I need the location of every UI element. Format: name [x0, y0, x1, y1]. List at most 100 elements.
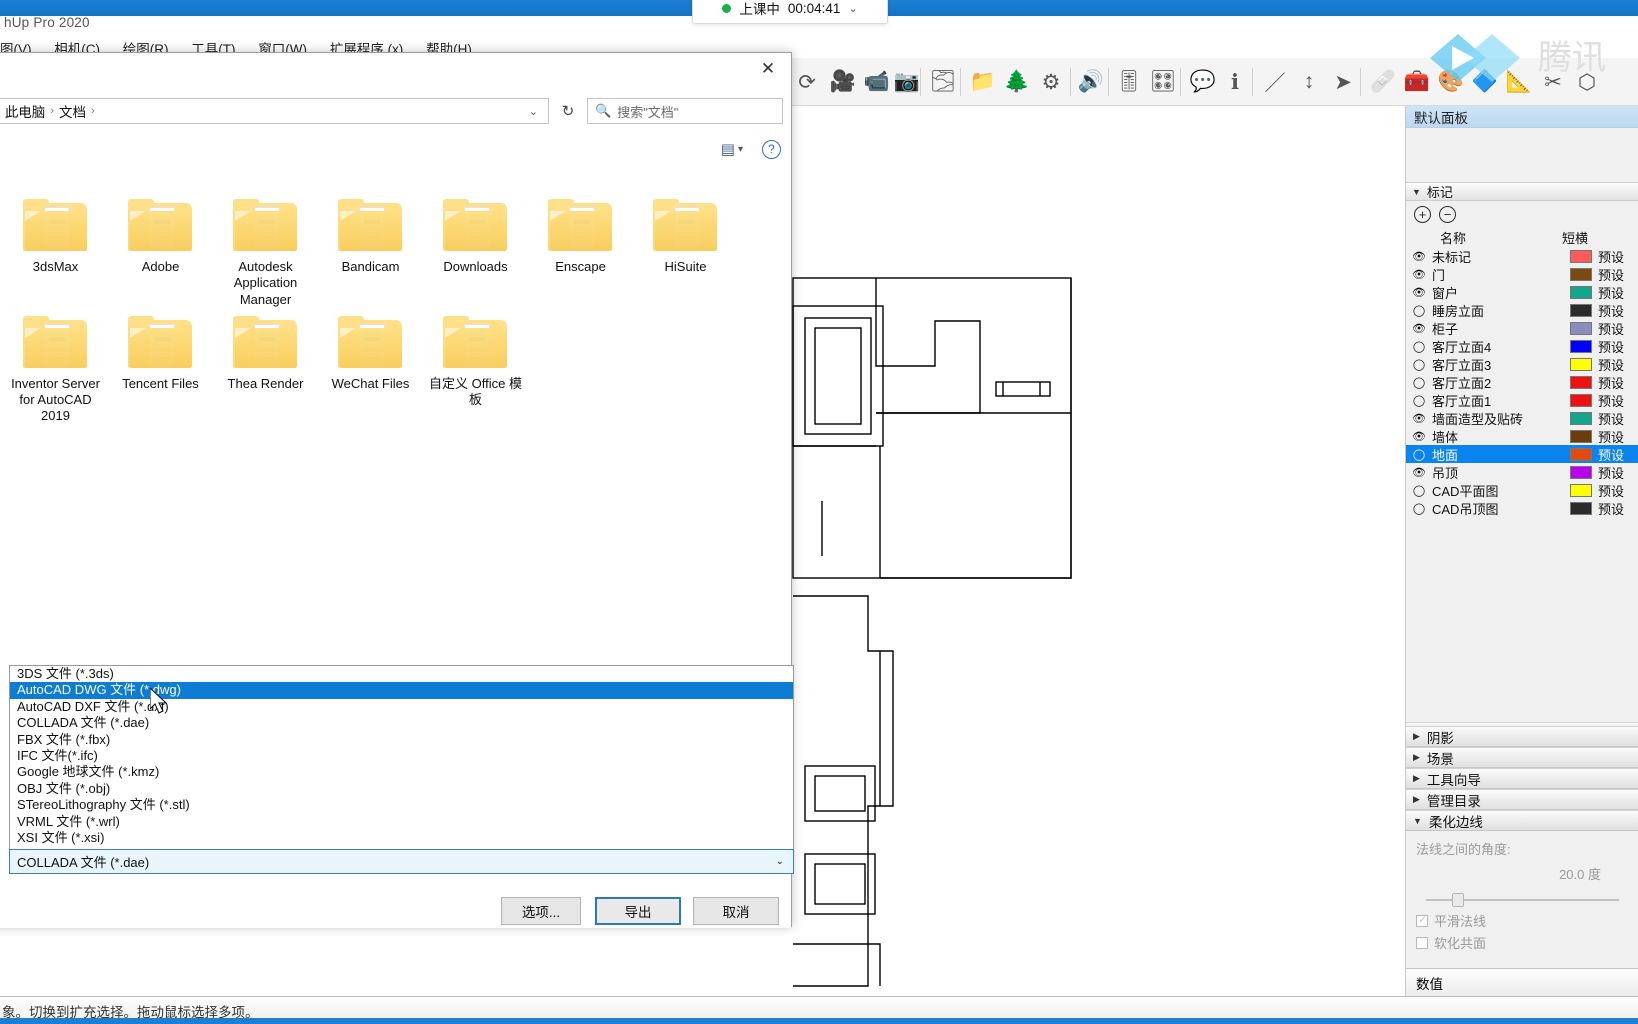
star-camera-icon[interactable]: 📹	[860, 64, 894, 100]
tag-color-swatch[interactable]	[1570, 411, 1592, 425]
eye-hidden-icon[interactable]: ◯	[1406, 376, 1432, 389]
measurements-box[interactable]: 数值	[1406, 968, 1638, 996]
filetype-option[interactable]: Google 地球文件 (*.kmz)	[10, 764, 793, 780]
photo-icon[interactable]: 📷	[890, 64, 924, 100]
export-dialog[interactable]: ✕ ‹ › ↑ 🗂 › 此电脑 › 文档 › ⌄ ↻ 🔍 搜索"文档" 文件夹 …	[0, 52, 794, 928]
tag-toolbar[interactable]: + −	[1406, 201, 1638, 227]
tag-dash[interactable]: 预设	[1598, 391, 1638, 410]
filetype-option[interactable]: 3DS 文件 (*.3ds)	[10, 666, 793, 682]
tag-color-swatch[interactable]	[1570, 447, 1592, 461]
tag-color-swatch[interactable]	[1570, 393, 1592, 407]
eye-hidden-icon[interactable]: ◯	[1406, 502, 1432, 515]
filetype-option[interactable]: STereoLithography 文件 (*.stl)	[10, 797, 793, 813]
eye-hidden-icon[interactable]: ◯	[1406, 484, 1432, 497]
tag-dash[interactable]: 预设	[1598, 283, 1638, 302]
file-grid-item[interactable]: HiSuite	[633, 191, 738, 308]
eye-visible-icon[interactable]: 👁	[1406, 412, 1432, 425]
filetype-option[interactable]: OBJ 文件 (*.obj)	[10, 781, 793, 797]
chevron-down-icon[interactable]: ⌄	[848, 2, 857, 15]
tag-row[interactable]: ◯ 客厅立面3 预设	[1406, 355, 1638, 373]
tag-dash[interactable]: 预设	[1598, 247, 1638, 266]
tag-list[interactable]: 👁 未标记 预设 👁 门预设 👁 窗户 预设 ◯ 睡房立面 预设 👁 柜子 预设 ◯ 客厅立面4 预设 ◯ 客厅立面…	[1406, 247, 1638, 517]
filetype-option[interactable]: XSI 文件 (*.xsi)	[10, 830, 793, 846]
tag-dash[interactable]: 预设	[1598, 409, 1638, 428]
close-icon[interactable]: ✕	[745, 53, 791, 85]
tag-color-swatch[interactable]	[1570, 375, 1592, 389]
tag-row[interactable]: ◯ 客厅立面4 预设	[1406, 337, 1638, 355]
remove-tag-button[interactable]: −	[1439, 205, 1456, 223]
tag-row[interactable]: 👁 墙体 预设	[1406, 427, 1638, 445]
tag-color-swatch[interactable]	[1570, 339, 1592, 353]
tag-row[interactable]: ◯ CAD吊顶图 预设	[1406, 499, 1638, 517]
add-tag-button[interactable]: +	[1414, 205, 1431, 223]
panel-header-shadows[interactable]: ▶ 阴影	[1406, 726, 1638, 747]
refresh-icon[interactable]: ↻	[555, 99, 581, 123]
filetype-option[interactable]: COLLADA 文件 (*.dae)	[10, 715, 793, 731]
info-icon[interactable]: ℹ	[1218, 64, 1252, 100]
arrow-3d-icon[interactable]: 🔷	[1468, 64, 1502, 100]
panel-header-tags[interactable]: ▼ 标记	[1406, 182, 1638, 201]
filetype-option[interactable]: IFC 文件(*.ifc)	[10, 748, 793, 764]
eye-hidden-icon[interactable]: ◯	[1406, 394, 1432, 407]
file-grid-item[interactable]: WeChat Files	[318, 308, 423, 425]
breadcrumb[interactable]: 🗂 › 此电脑 › 文档 › ⌄	[0, 98, 549, 124]
tag-row[interactable]: 👁 门 预设	[1406, 265, 1638, 283]
slider-handle[interactable]	[1452, 893, 1464, 907]
tag-row[interactable]: ◯ 客厅立面1 预设	[1406, 391, 1638, 409]
comment-icon[interactable]: 💬	[1186, 64, 1220, 100]
breadcrumb-this-pc[interactable]: 此电脑	[5, 101, 46, 121]
eye-visible-icon[interactable]: 👁	[1406, 430, 1432, 443]
filetype-option[interactable]: AutoCAD DXF 文件 (*.dxf)	[10, 699, 793, 715]
file-grid-item[interactable]: 自定义 Office 模板	[423, 308, 528, 425]
box-icon[interactable]: 🧰	[1400, 64, 1434, 100]
filetype-option[interactable]: AutoCAD DWG 文件 (*.dwg)	[10, 682, 793, 699]
video-camera-icon[interactable]: 🎥	[826, 64, 860, 100]
tag-dash[interactable]: 预设	[1598, 337, 1638, 356]
settings-sliders-icon[interactable]: 🎚	[1112, 64, 1146, 100]
smooth-normals-checkbox[interactable]	[1416, 913, 1428, 927]
profile-line-icon[interactable]: ／	[1258, 64, 1292, 100]
search-box[interactable]: 🔍 搜索"文档"	[587, 98, 783, 124]
panel-header-outliner[interactable]: ▶ 管理目录	[1406, 789, 1638, 810]
filetype-option[interactable]: FBX 文件 (*.fbx)	[10, 732, 793, 748]
dimension-icon[interactable]: ↕	[1292, 64, 1326, 100]
speaker-icon[interactable]: 🔊	[1074, 64, 1108, 100]
tag-row[interactable]: 👁 墙面造型及贴砖 预设	[1406, 409, 1638, 427]
tag-color-swatch[interactable]	[1570, 465, 1592, 479]
file-grid-container[interactable]: 3dsMax Adobe Autodesk Application Manager B…	[3, 167, 791, 697]
file-grid-item[interactable]: Enscape	[528, 191, 633, 308]
file-grid-item[interactable]: Autodesk Application Manager	[213, 191, 318, 308]
sliders-eye-icon[interactable]: 🎛	[1146, 64, 1180, 100]
tag-row[interactable]: 👁 未标记 预设	[1406, 247, 1638, 265]
file-grid-item[interactable]: 3dsMax	[3, 191, 108, 308]
tag-dash[interactable]: 预设	[1598, 427, 1638, 446]
tag-color-swatch[interactable]	[1570, 303, 1592, 317]
tag-row[interactable]: 👁 吊顶 预设	[1406, 463, 1638, 481]
view-layout-icon[interactable]: ▤	[721, 140, 735, 158]
add-folder-icon[interactable]: 📁	[966, 64, 1000, 100]
eye-hidden-icon[interactable]: ◯	[1406, 340, 1432, 353]
angle-slider[interactable]	[1426, 893, 1625, 907]
chevron-down-icon[interactable]: ⌄	[529, 105, 544, 118]
tag-color-swatch[interactable]	[1570, 501, 1592, 515]
tag-color-swatch[interactable]	[1570, 285, 1592, 299]
class-timer-widget[interactable]: 上课中 00:04:41 ⌄	[692, 0, 888, 24]
tag-dash[interactable]: 预设	[1598, 319, 1638, 338]
cancel-button[interactable]: 取消	[693, 897, 779, 925]
tag-color-swatch[interactable]	[1570, 267, 1592, 281]
filetype-combobox[interactable]: COLLADA 文件 (*.dae) ⌄	[9, 849, 794, 874]
filetype-dropdown-list[interactable]: 3DS 文件 (*.3ds) AutoCAD DWG 文件 (*.dwg) Auto…	[9, 665, 794, 850]
search-input[interactable]: 搜索"文档"	[617, 102, 678, 121]
tag-color-swatch[interactable]	[1570, 321, 1592, 335]
dialog-subbar[interactable]: 文件夹 ▤ ▾ ?	[0, 131, 791, 167]
eye-visible-icon[interactable]: 👁	[1406, 286, 1432, 299]
chevron-down-icon[interactable]: ▾	[738, 144, 743, 155]
tag-dash[interactable]: 预设	[1598, 499, 1638, 518]
tag-row[interactable]: 👁 柜子 预设	[1406, 319, 1638, 337]
tag-row[interactable]: ◯ 客厅立面2 预设	[1406, 373, 1638, 391]
tag-color-swatch[interactable]	[1570, 429, 1592, 443]
eye-visible-icon[interactable]: 👁	[1406, 268, 1432, 281]
file-grid-item[interactable]: Inventor Server for AutoCAD 2019	[3, 308, 108, 425]
eye-hidden-icon[interactable]: ◯	[1406, 358, 1432, 371]
view-options[interactable]: ▤ ▾ ?	[721, 139, 781, 159]
